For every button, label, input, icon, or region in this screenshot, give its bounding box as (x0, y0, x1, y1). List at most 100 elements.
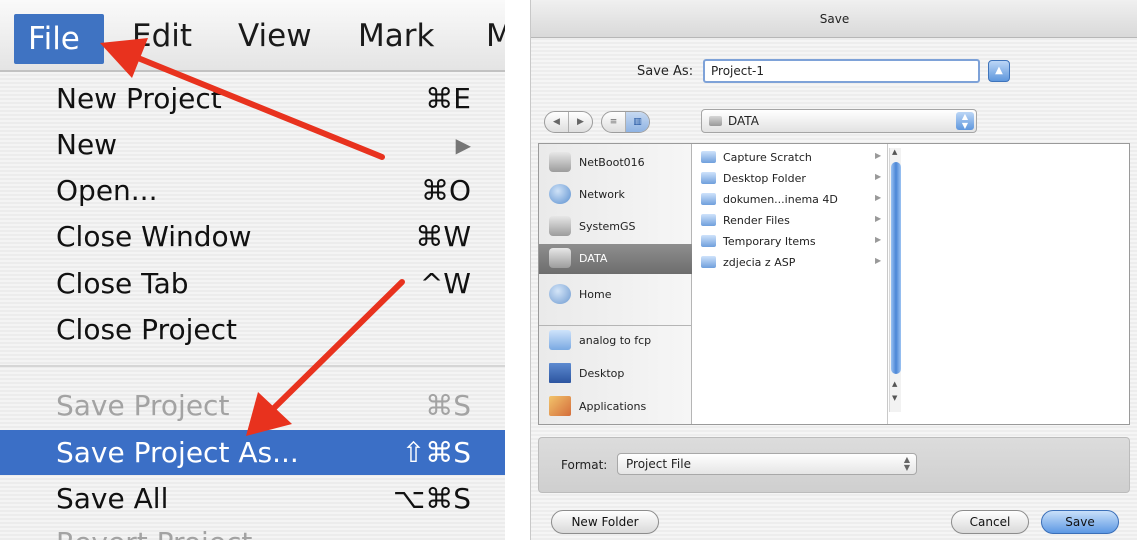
folder-icon (701, 172, 716, 184)
dialog-title: Save (531, 0, 1137, 38)
folder-icon (701, 214, 716, 226)
menu-item-save-project: Save Project ⌘S (0, 383, 505, 428)
file-menu-screenshot: File Edit View Mark M New Project ⌘E New… (0, 0, 505, 540)
back-forward-buttons[interactable]: ◀ ▶ (544, 111, 593, 133)
sidebar-item-label: Desktop (579, 367, 625, 380)
home-icon (549, 284, 571, 304)
expand-icon: ▲ (995, 65, 1003, 76)
scroll-up-icon[interactable]: ▲ (892, 148, 897, 156)
menu-item-save-all[interactable]: Save All ⌥⌘S (0, 476, 505, 521)
sidebar-item-label: Applications (579, 400, 647, 413)
menu-item-close-window[interactable]: Close Window ⌘W (0, 214, 505, 259)
list-item[interactable]: Desktop Folder ▶ (701, 168, 883, 189)
chevron-right-icon: ▶ (875, 193, 882, 202)
menu-item-label: Close Window (56, 220, 252, 253)
chevron-right-icon: ▶ (875, 235, 882, 244)
menu-item-open[interactable]: Open... ⌘O (0, 168, 505, 213)
applications-icon (549, 396, 571, 416)
disk-icon (549, 216, 571, 236)
file-name: Desktop Folder (723, 172, 806, 185)
file-name: dokumen...inema 4D (723, 193, 838, 206)
scrollbar-thumb[interactable] (891, 162, 901, 374)
sidebar-item-label: NetBoot016 (579, 156, 645, 169)
scroll-up-icon[interactable]: ▲ (892, 380, 897, 388)
menu-item-revert-project: Revert Project (0, 520, 505, 540)
menu-item-label: Save Project As... (56, 436, 299, 469)
folder-icon (549, 330, 571, 350)
list-item[interactable]: Capture Scratch ▶ (701, 147, 883, 168)
file-column: Capture Scratch ▶ Desktop Folder ▶ dokum… (693, 144, 888, 424)
desktop-icon (549, 363, 571, 383)
save-as-field[interactable] (703, 59, 980, 83)
menu-item-label: New Project (56, 82, 222, 115)
sidebar: NetBoot016 Network SystemGS DATA Home an… (539, 144, 692, 424)
forward-icon[interactable]: ▶ (568, 112, 592, 132)
column-view-icon[interactable]: ▥ (625, 112, 649, 132)
menu-item-new-project[interactable]: New Project ⌘E (0, 76, 505, 121)
folder-icon (701, 193, 716, 205)
chevron-right-icon: ▶ (875, 172, 882, 181)
menu-item-shortcut: ⌘S (425, 389, 471, 422)
location-label: DATA (728, 114, 759, 128)
sidebar-item-label: SystemGS (579, 220, 636, 233)
file-name: Temporary Items (723, 235, 816, 248)
sidebar-item-analog-to-fcp[interactable]: analog to fcp (539, 326, 692, 356)
menu-mark[interactable]: Mark (358, 6, 434, 66)
scroll-down-icon[interactable]: ▼ (892, 394, 897, 402)
menu-item-label: Save All (56, 482, 169, 515)
menu-item-label: Close Project (56, 313, 237, 346)
location-popup[interactable]: DATA ▲ ▼ (701, 109, 977, 133)
menu-item-shortcut: ^W (419, 267, 471, 300)
menu-file[interactable]: File (14, 14, 104, 64)
format-popup[interactable]: Project File ▲ ▼ (617, 453, 917, 475)
list-item[interactable]: Render Files ▶ (701, 210, 883, 231)
menu-item-close-tab[interactable]: Close Tab ^W (0, 261, 505, 306)
menu-item-shortcut: ⌘O (420, 174, 471, 207)
menu-item-new[interactable]: New ▶ (0, 122, 505, 167)
menu-item-shortcut: ⌘E (425, 82, 471, 115)
list-view-icon[interactable]: ≡ (602, 112, 625, 132)
sidebar-item-data[interactable]: DATA (539, 244, 692, 274)
folder-icon (701, 256, 716, 268)
menu-view[interactable]: View (238, 6, 312, 66)
menu-edit[interactable]: Edit (132, 6, 192, 66)
drive-icon (549, 248, 571, 268)
list-item[interactable]: zdjecia z ASP ▶ (701, 252, 883, 273)
sidebar-item-netboot016[interactable]: NetBoot016 (539, 148, 692, 178)
sidebar-item-label: analog to fcp (579, 334, 652, 347)
new-folder-button[interactable]: New Folder (551, 510, 659, 534)
menu-next[interactable]: M (486, 6, 505, 66)
menu-item-close-project[interactable]: Close Project (0, 307, 505, 352)
list-item[interactable]: Temporary Items ▶ (701, 231, 883, 252)
menu-item-shortcut: ⇧⌘S (401, 436, 471, 469)
menu-item-shortcut: ⌥⌘S (392, 482, 471, 515)
expand-dialog-button[interactable]: ▲ (988, 60, 1010, 82)
menu-separator (0, 365, 505, 367)
cancel-button[interactable]: Cancel (951, 510, 1029, 534)
menu-item-save-project-as[interactable]: Save Project As... ⇧⌘S (0, 430, 505, 475)
network-icon (549, 184, 571, 204)
sidebar-item-label: DATA (579, 252, 608, 265)
menu-bar: File Edit View Mark M (0, 0, 505, 72)
chevron-right-icon: ▶ (875, 151, 882, 160)
format-bar: Format: Project File ▲ ▼ (538, 437, 1130, 493)
folder-icon (701, 151, 716, 163)
popup-arrows-icon: ▲ ▼ (903, 455, 910, 472)
save-button[interactable]: Save (1041, 510, 1119, 534)
sidebar-item-label: Network (579, 188, 625, 201)
vertical-scrollbar[interactable]: ▲ ▲ ▼ (889, 148, 901, 412)
sidebar-item-home[interactable]: Home (539, 280, 692, 310)
save-dialog: Save Save As: ▲ ◀ ▶ ≡ ▥ DATA ▲▼ NetBoot0… (530, 0, 1137, 540)
back-icon[interactable]: ◀ (545, 112, 568, 132)
file-name: zdjecia z ASP (723, 256, 796, 269)
chevron-right-icon: ▶ (875, 256, 882, 265)
sidebar-item-systemgs[interactable]: SystemGS (539, 212, 692, 242)
submenu-arrow-icon: ▶ (455, 133, 471, 157)
menu-item-label: New (56, 128, 118, 161)
sidebar-item-desktop[interactable]: Desktop (539, 359, 692, 389)
menu-item-label: Open... (56, 174, 158, 207)
list-item[interactable]: dokumen...inema 4D ▶ (701, 189, 883, 210)
sidebar-item-network[interactable]: Network (539, 180, 692, 210)
view-mode-buttons[interactable]: ≡ ▥ (601, 111, 650, 133)
sidebar-item-applications[interactable]: Applications (539, 392, 692, 422)
